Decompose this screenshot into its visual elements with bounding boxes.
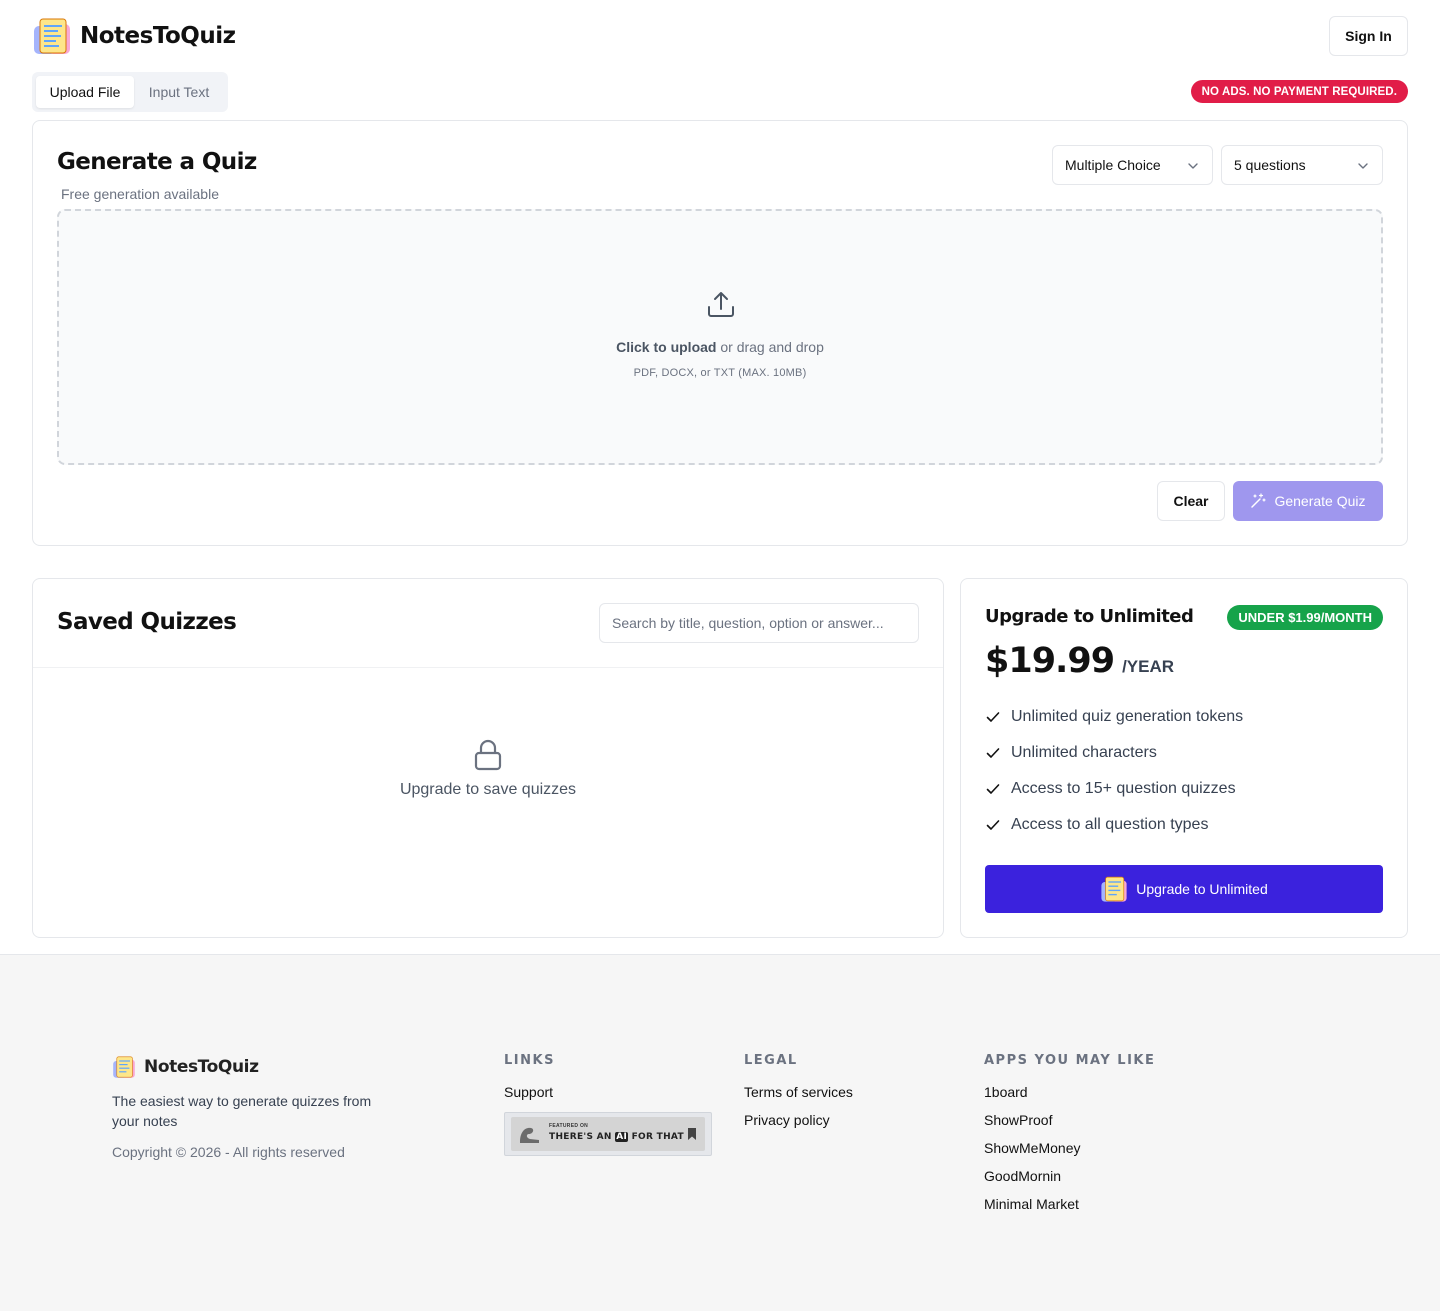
upgrade-title: Upgrade to Unlimited [985,606,1194,627]
featured-big-text: THERE'S AN AI FOR THAT [549,1132,684,1142]
feature-item: Access to 15+ question quizzes [985,771,1243,807]
footer-legal-column: LEGAL Terms of services Privacy policy [744,1053,853,1138]
question-type-value: Multiple Choice [1065,157,1161,173]
footer-apps-heading: APPS YOU MAY LIKE [984,1053,1156,1068]
price: $19.99 /YEAR [985,641,1174,681]
generate-title: Generate a Quiz [57,149,257,175]
question-type-select[interactable]: Multiple Choice [1052,145,1213,185]
footer-link-privacy[interactable]: Privacy policy [744,1110,853,1138]
feature-text: Access to 15+ question quizzes [1011,780,1236,797]
feature-text: Unlimited characters [1011,744,1157,761]
generate-quiz-button[interactable]: Generate Quiz [1233,481,1383,521]
generate-quiz-card: Generate a Quiz Free generation availabl… [32,120,1408,546]
footer-links-heading: LINKS [504,1053,555,1068]
upgrade-button[interactable]: Upgrade to Unlimited [985,865,1383,913]
footer-app-link[interactable]: 1board [984,1082,1155,1110]
footer-link-support[interactable]: Support [504,1082,712,1110]
feature-text: Access to all question types [1011,816,1209,833]
bookmark-icon [688,1128,696,1140]
footer-app-link[interactable]: GoodMornin [984,1166,1155,1194]
price-amount: $19.99 [985,641,1115,681]
footer-app-link[interactable]: ShowProof [984,1110,1155,1138]
footer-tagline: The easiest way to generate quizzes from… [112,1093,372,1129]
input-mode-tabs: Upload File Input Text [32,72,228,112]
monthly-price-badge: UNDER $1.99/MONTH [1227,605,1383,630]
question-count-select[interactable]: 5 questions [1221,145,1383,185]
price-period: /YEAR [1122,657,1175,676]
footer-legal-heading: LEGAL [744,1053,798,1068]
brand[interactable]: NotesToQuiz [32,16,236,56]
mascot-icon [520,1127,539,1143]
quiz-search-input[interactable] [599,603,919,643]
header: NotesToQuiz Sign In [32,16,1408,56]
upload-file-types: PDF, DOCX, or TXT (MAX. 10MB) [633,367,807,379]
featured-big-pre: THERE'S AN [549,1132,612,1142]
featured-big-ai: AI [615,1132,629,1142]
footer-brand[interactable]: NotesToQuiz [112,1055,259,1079]
check-icon [986,820,1000,830]
no-ads-badge: NO ADS. NO PAYMENT REQUIRED. [1190,80,1408,103]
chevron-down-icon [1358,163,1368,169]
feature-list: Unlimited quiz generation tokens Unlimit… [985,699,1243,843]
check-icon [986,784,1000,794]
tab-input-text[interactable]: Input Text [134,76,224,108]
featured-small-text: FEATURED ON [549,1123,589,1129]
saved-quizzes-card: Saved Quizzes Upgrade to save quizzes [32,578,944,938]
drag-drop-text: or drag and drop [716,339,824,355]
click-to-upload-text[interactable]: Click to upload [616,339,716,355]
tab-upload-file[interactable]: Upload File [36,76,134,108]
footer-link-terms[interactable]: Terms of services [744,1082,853,1110]
sign-in-button[interactable]: Sign In [1329,16,1408,56]
chevron-down-icon [1188,163,1198,169]
magic-wand-icon [1251,493,1267,508]
check-icon [986,712,1000,722]
brand-name: NotesToQuiz [80,23,236,49]
featured-badge[interactable]: FEATURED ON THERE'S AN AI FOR THAT [504,1112,712,1156]
footer: NotesToQuiz The easiest way to generate … [0,954,1440,1311]
clear-button[interactable]: Clear [1157,481,1225,521]
footer-apps-column: APPS YOU MAY LIKE 1board ShowProof ShowM… [984,1053,1155,1222]
upgrade-card: Upgrade to Unlimited UNDER $1.99/MONTH $… [960,578,1408,938]
generate-subtitle: Free generation available [61,186,219,202]
saved-quizzes-title: Saved Quizzes [57,609,237,635]
question-count-value: 5 questions [1234,157,1306,173]
footer-copyright: Copyright © 2026 - All rights reserved [112,1144,345,1160]
footer-app-link[interactable]: ShowMeMoney [984,1138,1155,1166]
footer-brand-name: NotesToQuiz [144,1057,259,1077]
feature-item: Unlimited quiz generation tokens [985,699,1243,735]
generate-quiz-label: Generate Quiz [1274,493,1366,509]
saved-empty-message: Upgrade to save quizzes [399,781,577,798]
file-dropzone[interactable]: Click to upload or drag and drop PDF, DO… [57,209,1383,465]
app-logo-icon [32,16,72,56]
featured-big-post: FOR THAT [631,1132,684,1142]
app-logo-icon [1100,875,1128,903]
featured-badge-inner: FEATURED ON THERE'S AN AI FOR THAT [511,1117,705,1151]
feature-item: Unlimited characters [985,735,1243,771]
upgrade-button-label: Upgrade to Unlimited [1136,881,1268,897]
upload-icon [708,292,734,317]
divider [33,667,943,668]
lock-icon [474,739,502,771]
feature-text: Unlimited quiz generation tokens [1011,708,1244,725]
app-logo-icon [112,1055,136,1079]
upload-instruction: Click to upload or drag and drop [59,339,1381,355]
feature-item: Access to all question types [985,807,1243,843]
check-icon [986,748,1000,758]
footer-links-column: LINKS Support FEATURED ON THERE'S AN AI … [504,1053,712,1156]
footer-app-link[interactable]: Minimal Market [984,1194,1155,1222]
